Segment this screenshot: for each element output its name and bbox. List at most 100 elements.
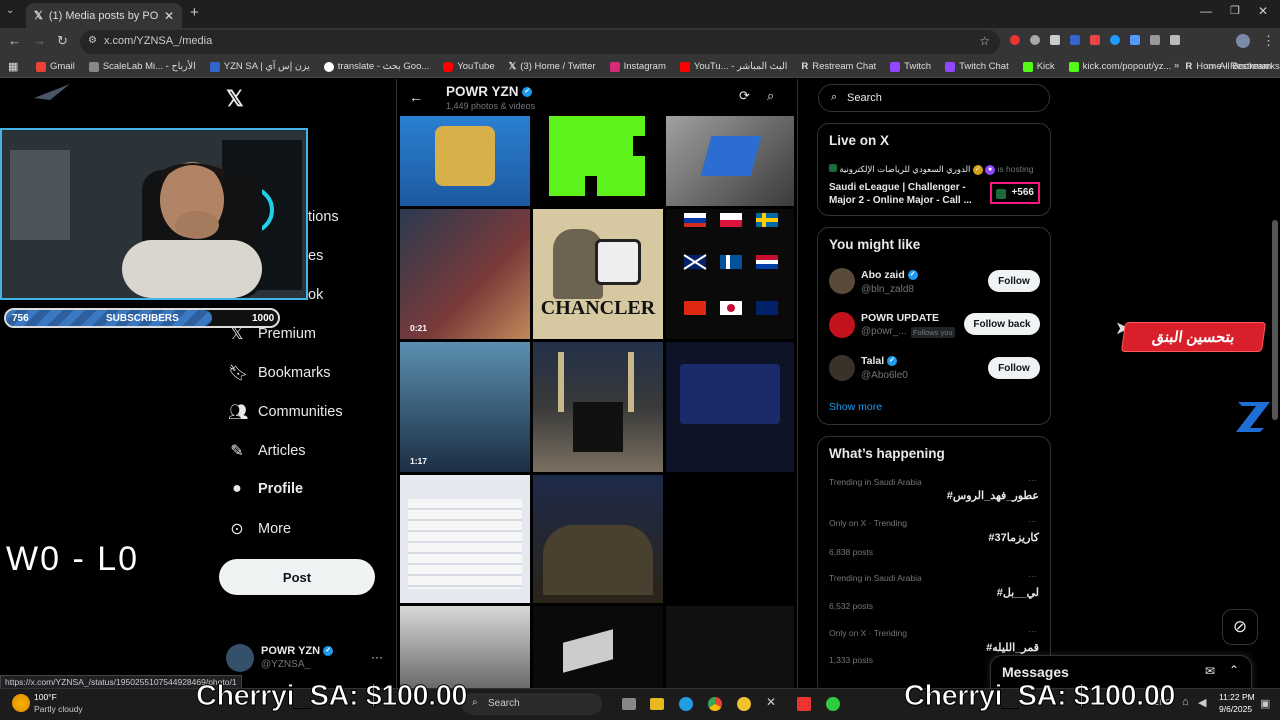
trend-more-icon[interactable]: ··· [1028,626,1037,636]
extension-icon[interactable] [1110,35,1120,45]
capcut-icon[interactable]: ✕ [766,695,776,709]
live-event-title[interactable]: Saudi eLeague | Challenger - Major 2 - O… [829,181,981,207]
minimize-button[interactable]: — [1200,4,1212,18]
media-tile[interactable] [666,209,794,339]
follow-button[interactable]: Follow [988,357,1040,379]
media-tile[interactable] [533,475,663,603]
app-icon[interactable] [797,697,811,711]
bookmark-item[interactable]: YZN SA | يزن إس آي [209,61,310,72]
trend-name[interactable]: #قمر_الليله [986,641,1039,654]
live-listener-count[interactable]: +566 [990,182,1040,204]
extension-icon[interactable] [1010,35,1020,45]
bookmark-item[interactable]: Twitch Chat [945,61,1009,72]
follow-back-button[interactable]: Follow back [964,313,1040,335]
app-icon[interactable] [826,697,840,711]
star-icon[interactable]: ☆ [979,34,990,48]
account-name[interactable]: POWR YZN ✓ [261,645,334,657]
trend-more-icon[interactable]: ··· [1028,516,1037,526]
suggestion-name[interactable]: POWR UPDATE [861,312,939,324]
media-tile[interactable]: 1:17 [400,342,530,472]
chrome-icon[interactable] [708,697,722,711]
address-bar[interactable]: ⚙ x.com/YZNSA_/media ☆ [80,30,1000,54]
post-button[interactable]: Post [219,559,375,595]
nav-premium[interactable]: 𝕏 Premium [228,324,316,344]
extension-icon[interactable] [1030,35,1040,45]
back-icon[interactable]: ← [8,33,21,48]
media-tile[interactable] [533,606,663,688]
trend-name[interactable]: #لي__بل [997,586,1039,599]
nav-profile[interactable]: ● Profile [228,480,303,498]
extension-icon[interactable] [1130,35,1140,45]
close-window-button[interactable]: ✕ [1258,4,1268,18]
all-bookmarks[interactable]: ▭ All Bookmarks [1206,61,1280,72]
bookmark-item[interactable]: Gmail [36,61,75,72]
clock-time[interactable]: 11:22 PM [1219,692,1255,702]
bookmark-item[interactable]: 𝕏 (3) Home / Twitter [509,61,596,72]
avatar[interactable] [829,312,855,338]
media-tile[interactable] [666,606,794,688]
trend-name[interactable]: #كاريزما37 [988,531,1039,544]
file-explorer-icon[interactable] [650,698,664,710]
bookmark-item[interactable]: kick.com/popout/yz... [1068,61,1171,72]
account-more-icon[interactable]: ··· [371,650,383,664]
active-tab[interactable]: 𝕏 (1) Media posts by POWR YZN ✕ [26,3,182,28]
more-bookmarks-icon[interactable]: » [1174,60,1179,71]
menu-kebab-icon[interactable]: ⋮ [1262,33,1275,49]
extension-icon[interactable] [1050,35,1060,45]
avatar[interactable] [829,355,855,381]
bookmark-item[interactable]: translate - بحث Goo... [323,61,429,72]
live-host-line[interactable]: الدوري السعودي للرياضات الإلكترونية ✓ ● … [829,164,1033,175]
page-scrollbar[interactable] [1272,220,1278,420]
bookmark-item[interactable]: YouTu... - البث المباشر [679,61,787,72]
media-tile[interactable] [400,116,530,206]
forward-icon[interactable]: → [33,33,46,48]
media-tile[interactable] [400,475,530,603]
notification-icon[interactable]: ▣ [1260,697,1270,710]
trend-name[interactable]: #عطور_فهد_الروس [947,489,1039,502]
reload-icon[interactable]: ↻ [57,33,68,49]
media-tile[interactable] [533,116,663,206]
nav-partial-messages[interactable]: es [308,248,323,264]
extension-icon[interactable] [1070,35,1080,45]
clock-date[interactable]: 9/6/2025 [1219,704,1252,714]
media-tile[interactable]: 0:21 [400,209,530,339]
new-tab-button[interactable]: + [190,4,199,21]
back-arrow-icon[interactable]: ← [409,89,423,105]
show-more-link[interactable]: Show more [829,401,882,413]
media-tile[interactable] [666,116,794,206]
nav-partial-notifications[interactable]: tions [308,209,339,225]
close-tab-icon[interactable]: ✕ [164,9,174,23]
suggestion-name[interactable]: Abo zaid ✓ [861,269,918,281]
avatar[interactable] [226,644,254,672]
extension-icon[interactable] [1090,35,1100,45]
x-logo-icon[interactable]: 𝕏 [226,86,244,112]
nav-more[interactable]: ⊙ More [228,519,291,539]
grok-refresh-icon[interactable]: ⟳ [739,88,750,104]
nav-bookmarks[interactable]: 🔖︎ Bookmarks [228,363,331,383]
grok-icon[interactable]: ⊘ [1222,609,1258,645]
nav-partial-grok[interactable]: ok [308,287,323,303]
follow-button[interactable]: Follow [988,270,1040,292]
site-info-icon[interactable]: ⚙ [88,35,97,46]
media-tile[interactable] [533,342,663,472]
bookmark-item[interactable]: R Restream Chat [801,61,876,72]
task-view-icon[interactable] [622,698,636,710]
bookmark-item[interactable]: ScaleLab Mi... - الأرباح [88,61,196,72]
trend-more-icon[interactable]: ··· [1028,475,1037,485]
media-tile[interactable] [400,606,530,688]
volume-icon[interactable]: ◀ [1198,696,1206,709]
expand-chevron-icon[interactable]: ⌃ [1229,663,1239,677]
apps-grid-icon[interactable]: ▦ [8,60,18,73]
extension-icon[interactable] [1150,35,1160,45]
edge-icon[interactable] [679,697,693,711]
media-tile[interactable]: CHANCLER [533,209,663,339]
extensions-puzzle-icon[interactable] [1170,35,1180,45]
network-icon[interactable]: ⌂ [1182,696,1189,708]
bookmark-item[interactable]: YouTube [443,61,495,72]
search-icon[interactable]: ⌕ [767,88,774,104]
new-message-icon[interactable]: ✉ [1205,664,1215,678]
suggestion-name[interactable]: Talal ✓ [861,355,898,367]
nav-communities[interactable]: 👥︎ Communities [228,402,343,422]
avatar[interactable] [829,268,855,294]
maximize-button[interactable]: ❐ [1230,4,1240,17]
